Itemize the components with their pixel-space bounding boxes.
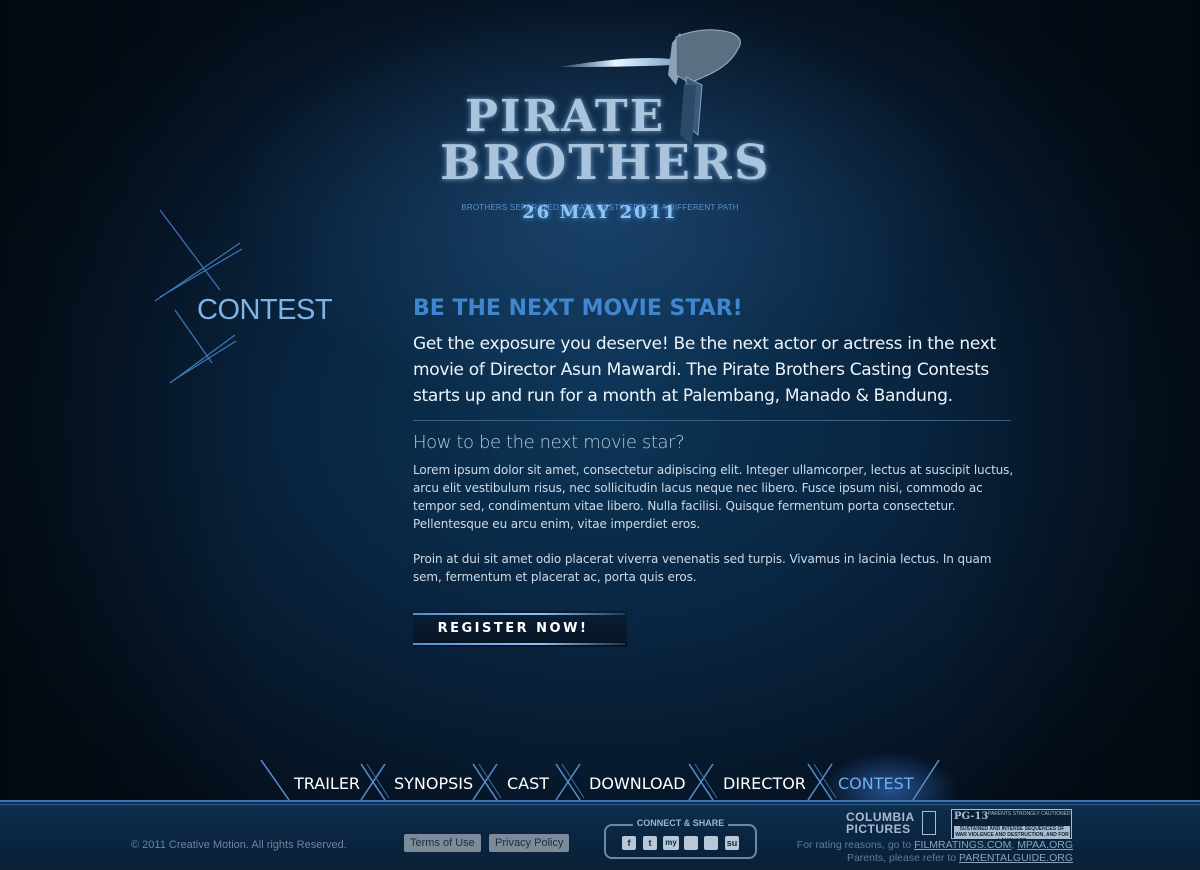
nav-item-trailer[interactable]: TRAILER <box>294 774 360 793</box>
nav-separator-icon <box>912 759 940 801</box>
release-date: 26 MAY 2011 <box>522 202 678 223</box>
nav-separator-icon <box>555 763 585 801</box>
logo-title-line2: BROTHERS <box>440 135 771 191</box>
parents-text: Parents, please refer to <box>846 852 957 864</box>
main-navigation: TRAILER SYNOPSIS CAST DOWNLOAD DIRECTOR … <box>255 758 955 802</box>
rating-reasons-line: For rating reasons, go to FILMRATINGS.CO… <box>796 839 1073 851</box>
rating-badge: PG-13 <box>954 811 989 822</box>
digg-icon[interactable] <box>704 836 718 850</box>
twitter-icon[interactable]: t <box>643 836 657 850</box>
rating-caution: PARENTS STRONGLY CAUTIONED <box>988 811 1071 817</box>
copyright-text: © 2011 Creative Motion. All rights Reser… <box>131 839 347 851</box>
mpaa-link[interactable]: MPAA.ORG <box>1017 839 1073 851</box>
nav-separator-icon <box>360 763 390 801</box>
columbia-pictures-logo: COLUMBIA PICTURES <box>846 810 938 838</box>
stumbleupon-icon[interactable]: su <box>725 836 739 850</box>
nav-item-download[interactable]: DOWNLOAD <box>589 774 686 793</box>
filmratings-link[interactable]: FILMRATINGS.COM <box>914 839 1011 851</box>
parentalguide-link[interactable]: PARENTALGUIDE.ORG <box>959 852 1073 864</box>
terms-of-use-button[interactable]: Terms of Use <box>404 834 481 852</box>
mpaa-rating-box: PG-13 PARENTS STRONGLY CAUTIONED SUSTAIN… <box>951 809 1072 844</box>
privacy-policy-button[interactable]: Privacy Policy <box>489 834 570 852</box>
divider <box>413 420 1011 421</box>
register-now-button[interactable]: REGISTER NOW! <box>413 611 627 647</box>
nav-separator-icon <box>472 763 502 801</box>
subheading: How to be the next movie star? <box>413 432 685 453</box>
main-content: BE THE NEXT MOVIE STAR! Get the exposure… <box>413 296 1018 586</box>
body-paragraph-2: Proin at dui sit amet odio placerat vive… <box>413 552 992 584</box>
body-paragraph-1: Lorem ipsum dolor sit amet, consectetur … <box>413 463 1014 531</box>
nav-item-cast[interactable]: CAST <box>507 774 549 793</box>
myspace-icon[interactable]: my <box>663 836 679 850</box>
nav-separator-icon <box>807 763 837 801</box>
nav-item-director[interactable]: DIRECTOR <box>723 774 806 793</box>
register-button-line-bottom <box>413 643 625 645</box>
register-button-label: REGISTER NOW! <box>437 621 589 636</box>
connect-share-title: CONNECT & SHARE <box>632 818 729 828</box>
nav-separator-icon <box>260 759 290 801</box>
intro-text: Get the exposure you deserve! Be the nex… <box>413 334 996 406</box>
rating-reasons-text: For rating reasons, go to <box>796 839 912 851</box>
footer: © 2011 Creative Motion. All rights Reser… <box>0 800 1200 870</box>
nav-separator-icon <box>688 763 718 801</box>
section-title: CONTEST <box>197 294 333 326</box>
studio-name-line2: PICTURES <box>846 822 911 836</box>
nav-item-contest[interactable]: CONTEST <box>838 774 914 793</box>
register-button-line-top <box>413 613 625 615</box>
rating-info: For rating reasons, go to FILMRATINGS.CO… <box>797 839 1073 865</box>
torch-lady-icon <box>922 811 936 835</box>
parents-line: Parents, please refer to PARENTALGUIDE.O… <box>797 852 1073 865</box>
facebook-icon[interactable]: f <box>622 836 636 850</box>
headline: BE THE NEXT MOVIE STAR! <box>413 296 743 321</box>
nav-item-synopsis[interactable]: SYNOPSIS <box>394 774 473 793</box>
rating-description: SUSTAINED AND INTENSE SEQUENCES OF WAR V… <box>954 826 1070 844</box>
connect-share-box: CONNECT & SHARE f t my su <box>604 818 757 859</box>
delicious-icon[interactable] <box>684 836 698 850</box>
